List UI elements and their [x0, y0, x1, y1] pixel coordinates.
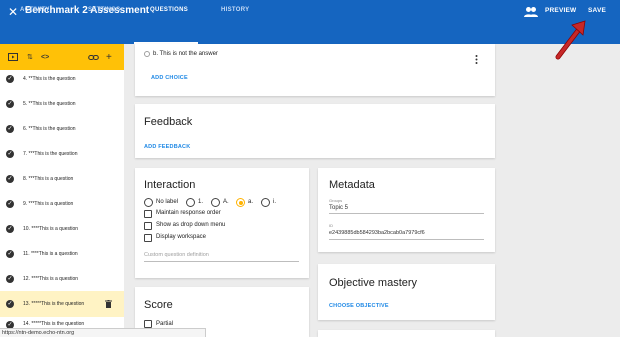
- radio-upper-alpha[interactable]: [211, 198, 220, 207]
- next-card: [318, 330, 495, 337]
- sidebar-question-item[interactable]: ✓ 9. ***This is a question: [0, 191, 124, 216]
- tab-history[interactable]: HISTORY: [221, 7, 249, 13]
- check-circle-icon: ✓: [6, 99, 14, 108]
- radio-roman-text: i.: [273, 199, 276, 205]
- radio-lower-alpha[interactable]: [236, 198, 245, 207]
- custom-definition-input[interactable]: Custom question definition: [144, 252, 209, 258]
- check-circle-icon: ✓: [6, 300, 14, 308]
- id-input[interactable]: e2439885db584293ba2bcab0a7979cf6: [329, 230, 425, 236]
- display-workspace-label: Display workspace: [156, 234, 207, 240]
- tab-settings[interactable]: SETTINGS: [88, 7, 120, 13]
- question-label: 4. **This is the question: [23, 75, 76, 82]
- tab-bar: [0, 24, 620, 44]
- choose-objective-button[interactable]: CHOOSE OBJECTIVE: [329, 303, 389, 309]
- dropdown-menu-checkbox[interactable]: [144, 222, 152, 230]
- question-label: 5. **This is the question: [23, 100, 76, 107]
- radio-no-label[interactable]: [144, 198, 153, 207]
- custom-definition-underline: [144, 261, 299, 262]
- display-workspace-checkbox[interactable]: [144, 234, 152, 242]
- check-circle-icon: ✓: [6, 224, 14, 233]
- check-circle-icon: ✓: [6, 174, 14, 183]
- groups-label: Groups: [329, 198, 343, 203]
- question-label: 10. ****This is a question: [23, 225, 79, 232]
- maintain-order-label: Maintain response order: [156, 210, 221, 216]
- question-label: 7. ***This is the question: [23, 150, 78, 157]
- check-circle-icon: ✓: [6, 74, 14, 83]
- status-url: https://ntn-demo.echo-ntn.org: [0, 328, 206, 337]
- trash-icon[interactable]: [105, 300, 112, 308]
- question-label: 9. ***This is a question: [23, 200, 74, 207]
- add-choice-button[interactable]: ADD CHOICE: [151, 75, 188, 81]
- check-circle-icon: ✓: [6, 149, 14, 158]
- check-circle-icon: ✓: [6, 274, 14, 283]
- question-label: 6. **This is the question: [23, 125, 76, 132]
- check-circle-icon: ✓: [6, 124, 14, 133]
- id-label: ID: [329, 223, 333, 228]
- sidebar-question-item[interactable]: ✓ 10. ****This is a question: [0, 216, 124, 241]
- interaction-title: Interaction: [144, 179, 196, 191]
- preview-icon[interactable]: [8, 53, 18, 62]
- question-label: 8. ***This is a question: [23, 175, 74, 182]
- radio-no-label-text: No label: [156, 199, 179, 205]
- maintain-order-checkbox[interactable]: [144, 210, 152, 218]
- link-icon[interactable]: [88, 53, 99, 62]
- radio-roman[interactable]: [261, 198, 270, 207]
- score-title: Score: [144, 299, 173, 311]
- groups-input[interactable]: Topic 5: [329, 205, 348, 211]
- tab-questions[interactable]: QUESTIONS: [150, 7, 188, 13]
- objective-title: Objective mastery: [329, 277, 418, 289]
- radio-lower-alpha-text: a.: [248, 199, 254, 205]
- sidebar-question-item[interactable]: ✓ 5. **This is the question: [0, 91, 124, 116]
- question-label: 13. *****This is the question: [23, 301, 85, 307]
- groups-underline: [329, 213, 484, 214]
- add-feedback-button[interactable]: ADD FEEDBACK: [144, 144, 190, 150]
- partial-label: Partial: [156, 321, 174, 327]
- question-label: 11. ****This is a question: [23, 250, 78, 257]
- choice-text: b. This is not the answer: [153, 51, 218, 57]
- close-icon[interactable]: ✕: [8, 4, 20, 20]
- id-underline: [329, 239, 484, 240]
- sidebar-question-item[interactable]: ✓ 12. ****This is a question: [0, 266, 124, 291]
- dropdown-menu-label: Show as drop down menu: [156, 222, 226, 228]
- radio-upper-alpha-text: A.: [223, 199, 229, 205]
- radio-numeric[interactable]: [186, 198, 195, 207]
- red-arrow-annotation: [555, 20, 586, 60]
- choice-radio[interactable]: [144, 51, 150, 57]
- sidebar-question-item[interactable]: ✓ 4. **This is the question: [0, 66, 124, 91]
- sidebar-question-item[interactable]: ✓ 11. ****This is a question: [0, 241, 124, 266]
- feedback-title: Feedback: [144, 116, 193, 128]
- metadata-title: Metadata: [329, 179, 375, 191]
- more-vert-icon[interactable]: [475, 55, 478, 64]
- sidebar-question-item[interactable]: ✓ 6. **This is the question: [0, 116, 124, 141]
- partial-checkbox[interactable]: [144, 320, 152, 328]
- sort-icon[interactable]: ⇅: [27, 53, 33, 62]
- tab-activity[interactable]: ACTIVITY: [20, 7, 50, 13]
- code-icon[interactable]: <>: [41, 53, 49, 62]
- sidebar-question-item-selected[interactable]: ✓ 13. *****This is the question: [0, 291, 124, 317]
- add-icon[interactable]: +: [106, 53, 112, 63]
- check-circle-icon: ✓: [6, 199, 14, 208]
- check-circle-icon: ✓: [6, 249, 14, 258]
- sidebar-question-item[interactable]: ✓ 7. ***This is the question: [0, 141, 124, 166]
- sidebar-question-item[interactable]: ✓ 8. ***This is a question: [0, 166, 124, 191]
- radio-numeric-text: 1.: [198, 199, 204, 205]
- question-label: 12. ****This is a question: [23, 275, 79, 282]
- objective-mastery-card: [318, 264, 495, 320]
- people-icon[interactable]: [524, 6, 538, 18]
- question-label: 14. *****This is the question: [23, 321, 85, 327]
